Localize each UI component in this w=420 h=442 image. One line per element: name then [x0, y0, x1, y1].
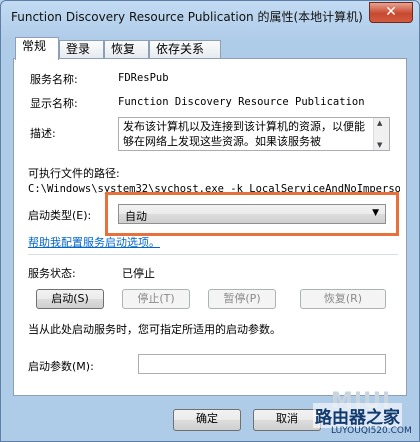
description-scrollbar[interactable]: ▲ ▼	[373, 118, 389, 150]
description-text: 发布该计算机以及连接到该计算机的资源，以便能够在网络上发现这些资源。如果该服务被	[123, 120, 365, 148]
ok-button[interactable]: 确定	[173, 409, 241, 431]
start-params-label: 启动参数(M):	[28, 360, 94, 373]
start-button[interactable]: 启动(S)	[36, 289, 104, 309]
cancel-button[interactable]: 取消	[253, 409, 321, 431]
description-box[interactable]: 发布该计算机以及连接到该计算机的资源，以便能够在网络上发现这些资源。如果该服务被…	[118, 117, 390, 151]
watermark-site-name: 路由器之家	[313, 403, 402, 428]
tab-logon[interactable]: 登录	[59, 40, 104, 58]
service-name-value[interactable]: FDResPub	[118, 72, 169, 84]
startup-type-label: 启动类型(E):	[28, 209, 92, 222]
tab-recovery[interactable]: 恢复	[104, 40, 149, 58]
display-name-value[interactable]: Function Discovery Resource Publication	[118, 96, 365, 108]
scroll-down-icon[interactable]: ▼	[377, 141, 382, 149]
close-button[interactable]: ✕	[369, 2, 413, 23]
help-link[interactable]: 帮助我配置服务启动选项。	[28, 234, 160, 250]
divider	[28, 254, 398, 255]
tab-dependencies[interactable]: 依存关系	[149, 40, 221, 58]
pause-button[interactable]: 暂停(P)	[208, 289, 276, 309]
start-params-hint: 当从此处启动服务时，您可指定所适用的启动参数。	[28, 323, 281, 336]
highlight-box	[105, 192, 399, 236]
description-label: 描述:	[30, 127, 56, 140]
general-panel: 服务名称: FDResPub 显示名称: Function Discovery …	[13, 58, 407, 396]
properties-dialog: Function Discovery Resource Publication …	[0, 0, 420, 442]
tab-general[interactable]: 常规	[15, 37, 59, 60]
start-params-input[interactable]	[138, 354, 386, 374]
resume-button[interactable]: 恢复(R)	[300, 289, 386, 309]
path-label: 可执行文件的路径:	[28, 167, 120, 180]
service-status-value: 已停止	[122, 267, 155, 280]
service-name-label: 服务名称:	[30, 73, 78, 86]
watermark-site-url: LUYOUQI520.COM	[331, 426, 412, 436]
scroll-up-icon[interactable]: ▲	[377, 119, 382, 127]
stop-button[interactable]: 停止(T)	[122, 289, 190, 309]
window-title: Function Discovery Resource Publication …	[11, 10, 363, 24]
title-bar[interactable]: Function Discovery Resource Publication …	[1, 1, 419, 31]
service-status-label: 服务状态:	[28, 267, 76, 280]
display-name-label: 显示名称:	[30, 97, 78, 110]
